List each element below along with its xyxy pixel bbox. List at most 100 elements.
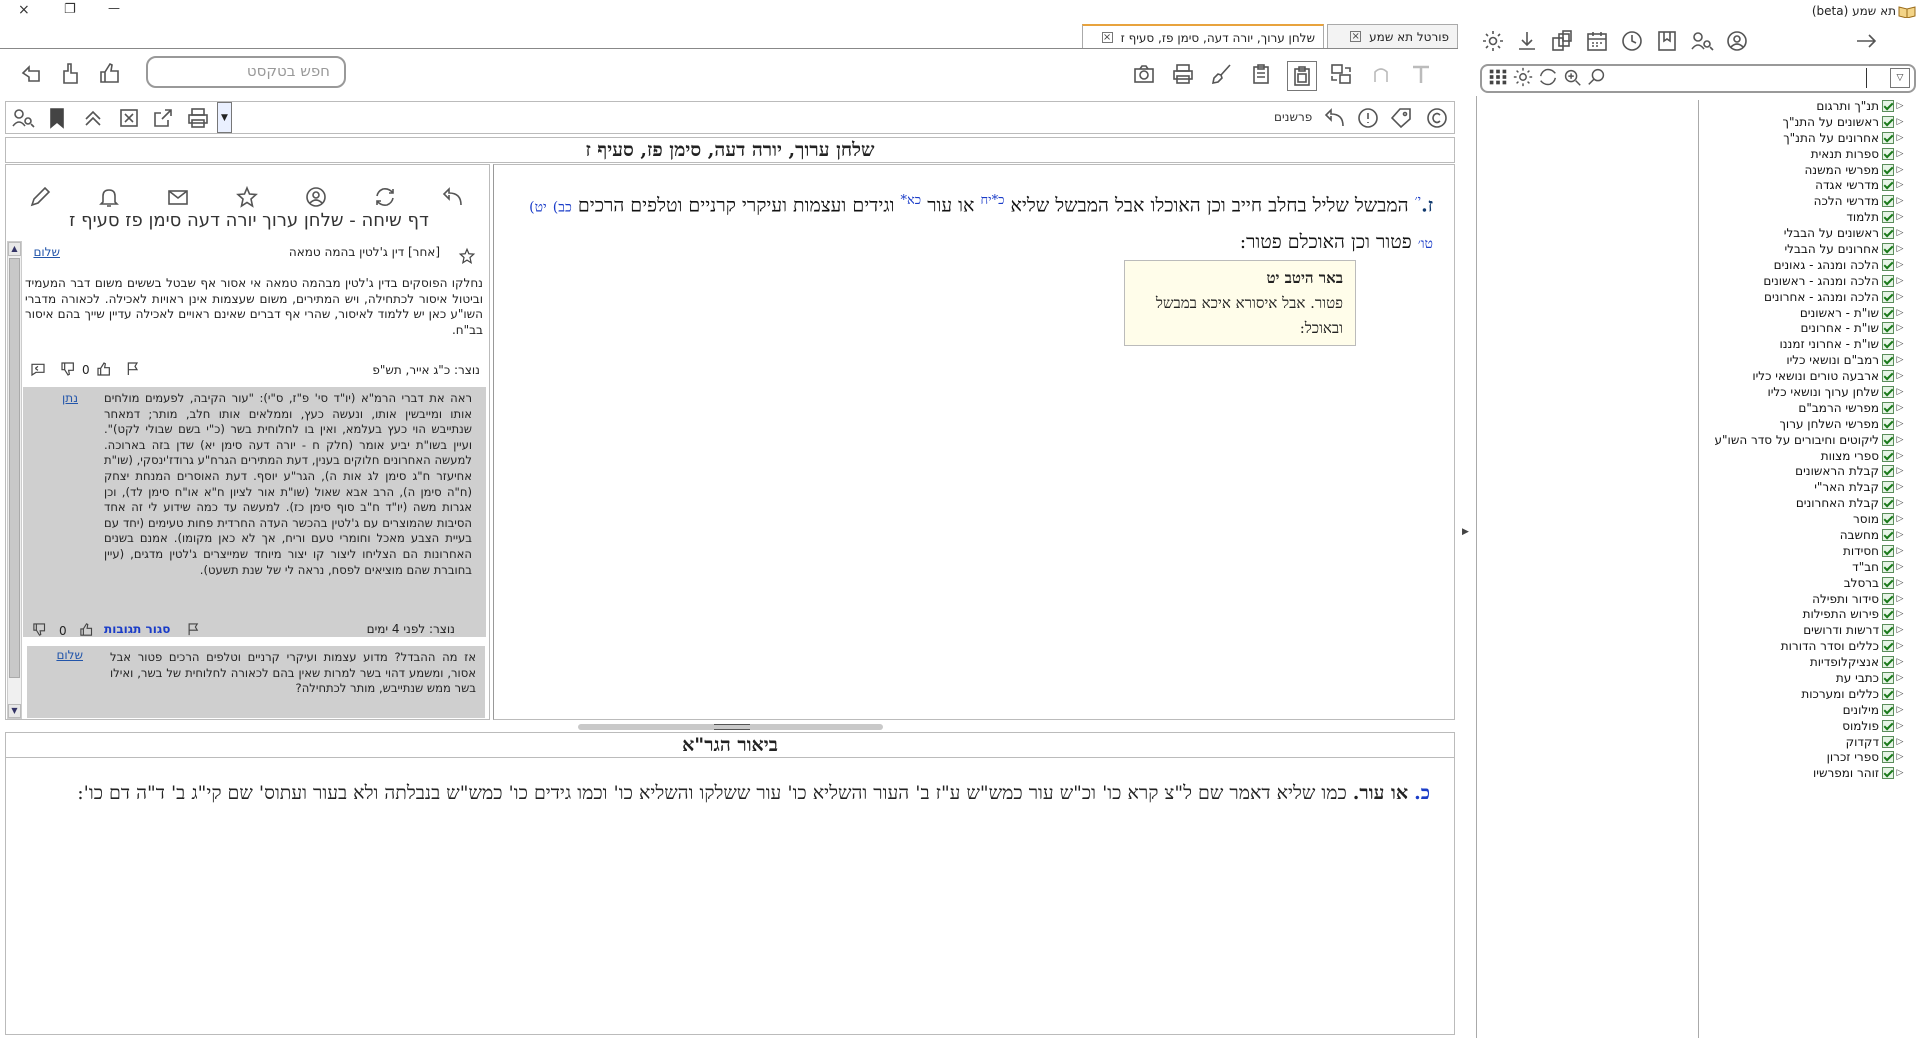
tree-item[interactable]: ▷ מילונים (1700, 702, 1904, 718)
expand-arrow-icon[interactable]: ▶ (1462, 527, 1469, 537)
tag-icon[interactable] (1388, 105, 1414, 131)
tree-item[interactable]: ▷ מוסר (1700, 511, 1904, 527)
tree-item[interactable]: ▷ הלכה ומנהג - גאונים (1700, 257, 1904, 273)
tree-checkbox[interactable] (1882, 258, 1894, 271)
search-in-text-input[interactable]: חפש בטקסט (146, 56, 346, 88)
expand-arrow-icon[interactable]: ▷ (1896, 196, 1904, 206)
tree-item[interactable]: ▷ אחרונים על הבבלי (1700, 241, 1904, 257)
open-external-icon[interactable] (150, 105, 176, 131)
expand-arrow-icon[interactable]: ▷ (1896, 451, 1904, 461)
tree-checkbox[interactable] (1882, 656, 1894, 669)
history-icon[interactable] (1619, 28, 1645, 54)
nikud-icon[interactable] (1368, 61, 1394, 87)
expand-arrow-icon[interactable]: ▷ (1896, 482, 1904, 492)
expand-arrow-icon[interactable]: ▷ (1896, 165, 1904, 175)
saved-bookmark-icon[interactable] (1654, 28, 1680, 54)
tree-checkbox[interactable] (1882, 322, 1894, 335)
user-search-icon[interactable] (1689, 28, 1715, 54)
grid-icon[interactable] (1487, 66, 1509, 88)
expand-arrow-icon[interactable]: ▷ (1896, 435, 1904, 445)
tree-checkbox[interactable] (1882, 274, 1894, 287)
close-window-button[interactable]: × (18, 2, 30, 18)
like-icon[interactable] (96, 361, 112, 377)
ref-tav[interactable]: טו׳ (1418, 236, 1433, 252)
reply-author[interactable]: נתן (48, 391, 78, 407)
tree-checkbox[interactable] (1882, 544, 1894, 557)
expand-arrow-icon[interactable]: ▷ (1896, 228, 1904, 238)
download-icon[interactable] (1514, 28, 1540, 54)
sync-icon[interactable] (1537, 66, 1559, 88)
previous-icon[interactable] (18, 60, 44, 86)
tree-item[interactable]: ▷ מפרשי הרמב"ם (1700, 400, 1904, 416)
collapse-up-icon[interactable] (80, 105, 106, 131)
search-options-dropdown[interactable]: ▽ (1890, 68, 1910, 88)
tree-checkbox[interactable] (1882, 576, 1894, 589)
discussion-scrollbar[interactable]: ▲ ▼ (7, 241, 22, 719)
search-icon[interactable] (1586, 66, 1608, 88)
tree-item[interactable]: ▷ מפרשי המשנה (1700, 162, 1904, 178)
tree-item[interactable]: ▷ כתבי עת (1700, 670, 1904, 686)
tree-checkbox[interactable] (1882, 481, 1894, 494)
settings-icon[interactable] (1480, 28, 1506, 54)
tree-item[interactable]: ▷ כללים וסדר הדורות (1700, 638, 1904, 654)
compare-icon[interactable] (1328, 61, 1354, 87)
tree-checkbox[interactable] (1882, 592, 1894, 605)
tree-checkbox[interactable] (1882, 290, 1894, 303)
tree-item[interactable]: ▷ אחרונים על התנ"ך (1700, 130, 1904, 146)
tree-checkbox[interactable] (1882, 735, 1894, 748)
tree-checkbox[interactable] (1882, 528, 1894, 541)
expand-arrow-icon[interactable]: ▷ (1896, 180, 1904, 190)
users-icon[interactable] (10, 105, 36, 131)
reply2-author[interactable]: שלום (53, 648, 83, 664)
tree-checkbox[interactable] (1882, 624, 1894, 637)
tree-item[interactable]: ▷ שלחן ערוך ונושאי כליו (1700, 384, 1904, 400)
refresh-icon[interactable] (372, 184, 398, 210)
expand-arrow-icon[interactable]: ▷ (1896, 737, 1904, 747)
tree-item[interactable]: ▷ שו"ת - אחרוני זמננו (1700, 336, 1904, 352)
expand-arrow-icon[interactable]: ▷ (1896, 339, 1904, 349)
tree-item[interactable]: ▷ שו"ת - אחרונים (1700, 320, 1904, 336)
expand-arrow-icon[interactable]: ▷ (1896, 323, 1904, 333)
screenshot-icon[interactable] (1131, 61, 1157, 87)
forward-arrow-icon[interactable] (1853, 28, 1879, 54)
tree-item[interactable]: ▷ כללים ומערכות (1700, 686, 1904, 702)
expand-arrow-icon[interactable]: ▷ (1896, 419, 1904, 429)
tree-item[interactable]: ▷ מחשבה (1700, 527, 1904, 543)
expand-arrow-icon[interactable]: ▷ (1896, 721, 1904, 731)
info-icon[interactable] (1355, 105, 1381, 131)
tree-checkbox[interactable] (1882, 513, 1894, 526)
tree-divider[interactable] (1698, 100, 1699, 1038)
expand-arrow-icon[interactable]: ▷ (1896, 546, 1904, 556)
expand-arrow-icon[interactable]: ▷ (1896, 609, 1904, 619)
clipboard-icon[interactable] (1248, 61, 1274, 87)
expand-arrow-icon[interactable]: ▷ (1896, 466, 1904, 476)
expand-arrow-icon[interactable]: ▷ (1896, 212, 1904, 222)
tree-checkbox[interactable] (1882, 385, 1894, 398)
ref-kaf[interactable]: כ* (992, 193, 1005, 208)
calendar-icon[interactable] (1584, 28, 1610, 54)
tree-item[interactable]: ▷ תנ"ך ותרגום (1700, 98, 1904, 114)
expand-arrow-icon[interactable]: ▷ (1896, 657, 1904, 667)
tree-checkbox[interactable] (1882, 417, 1894, 430)
tree-item[interactable]: ▷ פולמוס (1700, 718, 1904, 734)
tree-item[interactable]: ▷ מדרשי אגדה (1700, 177, 1904, 193)
restore-window-button[interactable]: ❐ (64, 2, 76, 17)
mail-icon[interactable] (165, 184, 191, 210)
tree-item[interactable]: ▷ מדרשי הלכה (1700, 193, 1904, 209)
tab-close-icon[interactable]: × (1101, 32, 1113, 43)
thumbs-up-toolbar-icon[interactable] (97, 60, 123, 86)
tree-checkbox[interactable] (1882, 703, 1894, 716)
tree-item[interactable]: ▷ חב"ד (1700, 559, 1904, 575)
expand-arrow-icon[interactable]: ▷ (1896, 371, 1904, 381)
tree-checkbox[interactable] (1882, 560, 1894, 573)
post-author[interactable]: שלום (25, 245, 60, 261)
close-replies-link[interactable]: סגור תגובות (104, 622, 170, 636)
tree-item[interactable]: ▷ סידור ותפילה (1700, 591, 1904, 607)
expand-arrow-icon[interactable]: ▷ (1896, 260, 1904, 270)
expand-arrow-icon[interactable]: ▷ (1896, 101, 1904, 111)
bookmark-icon[interactable] (44, 105, 70, 131)
reply-icon[interactable] (30, 361, 46, 377)
scroll-thumb[interactable] (9, 258, 20, 678)
expand-arrow-icon[interactable]: ▷ (1896, 562, 1904, 572)
tree-item[interactable]: ▷ זוהר ומפרשיו (1700, 765, 1904, 781)
